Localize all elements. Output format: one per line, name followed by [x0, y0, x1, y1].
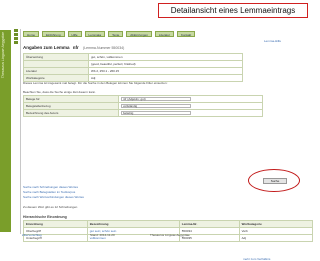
nav-tab[interactable]: Hilfe	[67, 31, 82, 37]
footer-citation[interactable]: Zitiervorschlag	[22, 233, 42, 237]
logo-icon	[13, 29, 19, 47]
lemma-info-table: Übersetzung gut, schön, vollkommen (good, …	[23, 53, 243, 82]
search-field-cell: beliebig	[118, 109, 263, 117]
info-row: (good, beautiful, perfect; finished)	[23, 60, 243, 68]
search-row: Belege für nfr (Adjektiv: gut)	[23, 95, 263, 103]
search-field[interactable]: nfr (Adjektiv: gut)	[121, 96, 191, 101]
info-label: Literatur	[23, 67, 89, 75]
info-label	[23, 60, 89, 68]
related-header: Wortkategorie	[238, 220, 314, 228]
occurrence-intro: Dieses Lemma ist insgesamt mal belegt. F…	[23, 81, 168, 85]
nav-tab[interactable]: Einführung	[42, 31, 65, 37]
search-label: Belegstellenbezug	[23, 102, 119, 110]
info-value: (good, beautiful, perfect; finished)	[88, 60, 243, 68]
search-field[interactable]: vollständig	[121, 103, 191, 108]
main-content: Home Einführung Hilfe Lemmata Texte Abkürzung…	[20, 29, 315, 261]
search-label: Bezeichnung des Autors	[23, 109, 119, 117]
nav-tab[interactable]: Literatur	[154, 31, 174, 37]
footer-date: Stand: 2014-11-20	[90, 233, 115, 237]
related-more-link[interactable]: mehr zum Verhältnis	[243, 257, 270, 261]
nav-tab[interactable]: Abkürzungen	[126, 31, 152, 37]
search-link[interactable]: Suche nach Belegstellen im Textkorpus	[23, 190, 75, 194]
nav-tab[interactable]: Kontakt	[176, 31, 196, 37]
page-title: Angaben zum Lemma nfr (Lemma-Nummer 5500…	[23, 45, 124, 50]
top-navigation: Home Einführung Hilfe Lemmata Texte Abkürzung…	[23, 31, 313, 37]
search-field-cell: nfr (Adjektiv: gut)	[118, 95, 263, 103]
search-field[interactable]: beliebig	[121, 110, 191, 115]
sidebar-text: Thesaurus Linguae Aegyptiae	[1, 32, 5, 79]
info-row: Übersetzung gut, schön, vollkommen	[23, 53, 243, 61]
search-link[interactable]: Suche nach Schreibungen dieses Wortes	[23, 185, 78, 189]
nav-tab[interactable]: Lemmata	[84, 31, 106, 37]
related-cell: Adj	[238, 234, 314, 242]
search-label: Belege für	[23, 95, 119, 103]
info-value: Wb 2, 253.1 - 260.15	[88, 67, 243, 75]
related-table: Einordnung Bezeichnung Lemma-Nr. Wortkatego…	[23, 220, 314, 242]
info-row: Literatur Wb 2, 253.1 - 260.15	[23, 67, 243, 75]
nav-tab[interactable]: Home	[23, 31, 40, 37]
search-link[interactable]: Suche nach Wortverbindungen dieses Worte…	[23, 195, 84, 199]
related-header: Bezeichnung	[86, 220, 180, 228]
title-text: Angaben zum Lemma	[23, 45, 70, 50]
related-header: Einordnung	[23, 220, 88, 228]
search-filter-table: Belege für nfr (Adjektiv: gut) Belegstelle…	[23, 95, 263, 117]
related-header: Lemma-Nr.	[178, 220, 240, 228]
highlight-ellipse	[248, 169, 300, 192]
lemma-name: nfr	[72, 45, 79, 50]
lemma-help-link[interactable]: Lemma-Hilfe	[264, 39, 281, 43]
related-title: Hierarchische Einordnung	[23, 215, 67, 219]
related-cell: Verb	[238, 227, 314, 235]
search-row: Belegstellenbezug vollständig	[23, 102, 263, 110]
spellings-note: Zu diesem Wort gibt es 12 Schreibungen	[23, 205, 78, 209]
info-label: Übersetzung	[23, 53, 89, 61]
sidebar-banner: Thesaurus Linguae Aegyptiae	[0, 30, 11, 232]
search-note: Beachten Sie, dass die Suche einige Zeit…	[23, 90, 97, 94]
footer-site: Thesaurus Linguae Aegyptiae	[150, 233, 190, 237]
info-value: gut, schön, vollkommen	[88, 53, 243, 61]
slide-caption: Detailansicht eines Lemmaeintrags	[158, 3, 308, 18]
nav-tab[interactable]: Texte	[108, 31, 124, 37]
search-row: Bezeichnung des Autors beliebig	[23, 109, 263, 117]
lemma-subtitle: (Lemma-Nummer 550034)	[83, 46, 125, 50]
search-field-cell: vollständig	[118, 102, 263, 110]
